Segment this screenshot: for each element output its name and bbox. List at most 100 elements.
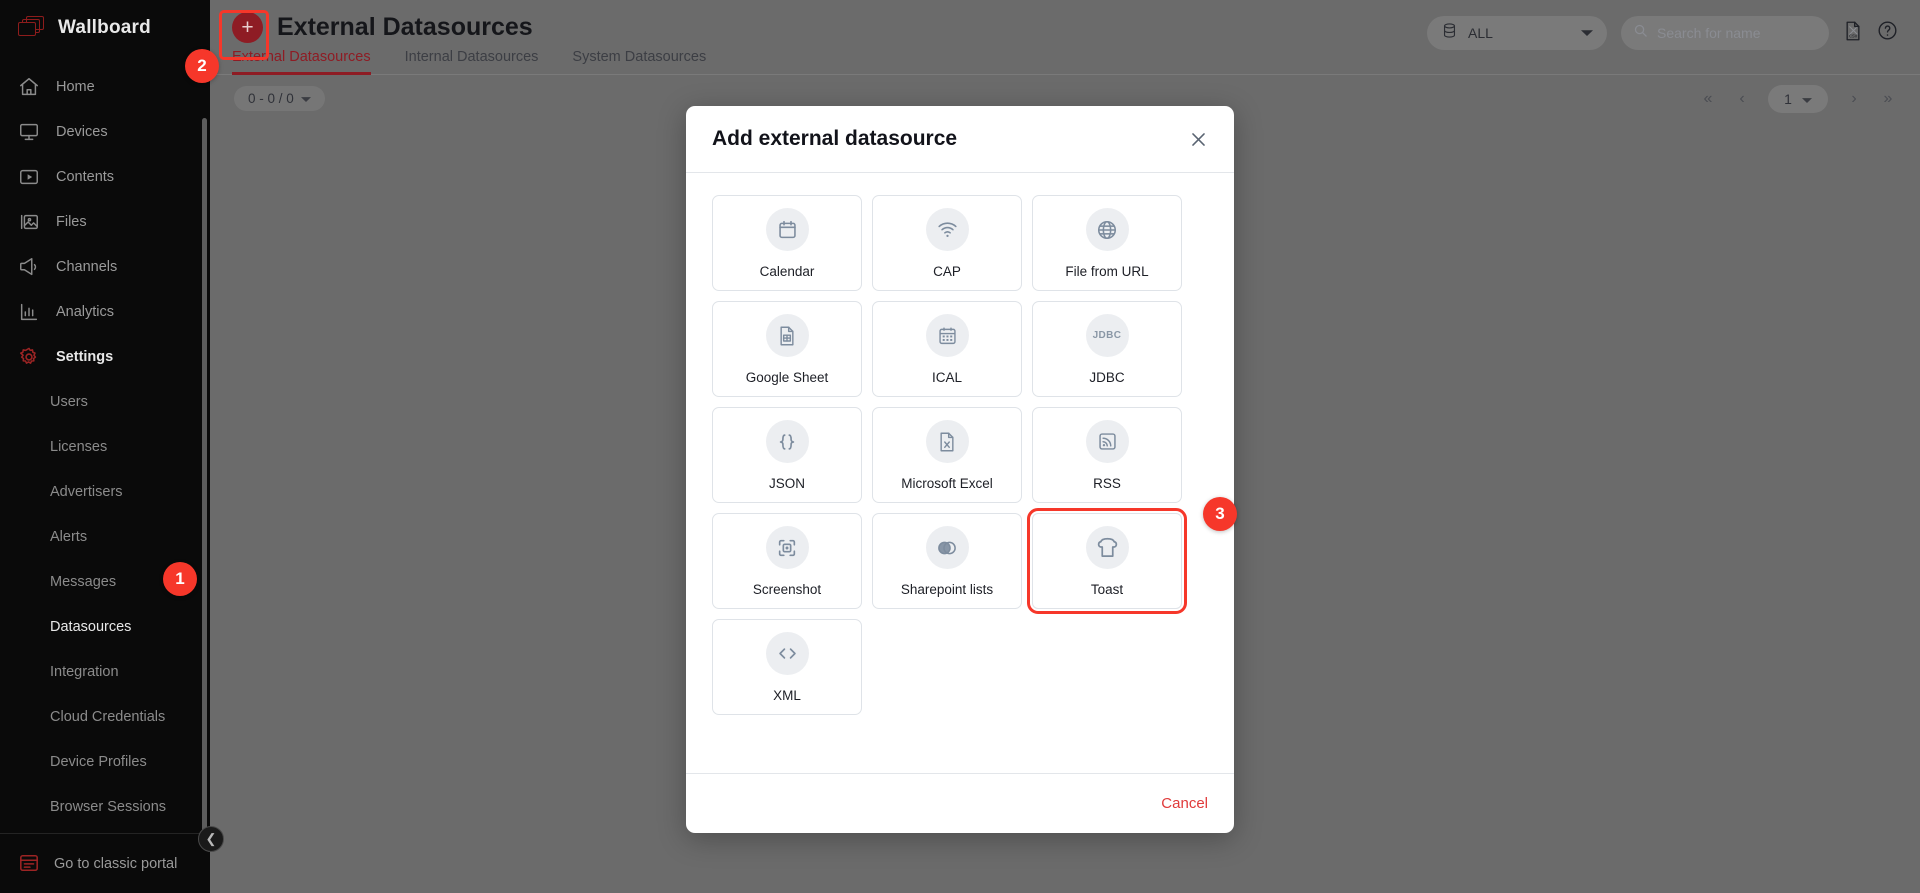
sidebar-item-label: Browser Sessions xyxy=(50,798,167,815)
chevron-left-icon: ❮ xyxy=(205,831,217,846)
datasource-tile-sharepoint-lists[interactable]: Sharepoint lists xyxy=(872,513,1022,609)
sidebar-item-channels[interactable]: Channels xyxy=(0,244,210,289)
tile-label: RSS xyxy=(1093,476,1121,491)
tile-label: CAP xyxy=(933,264,961,279)
code-angle-icon xyxy=(765,632,809,675)
sidebar-item-integration[interactable]: Integration xyxy=(0,649,210,694)
sidebar-scrollbar[interactable] xyxy=(202,118,207,833)
sidebar-item-device-profiles[interactable]: Device Profiles xyxy=(0,739,210,784)
datasource-tile-rss[interactable]: RSS xyxy=(1032,407,1182,503)
sidebar-item-label: Integration xyxy=(50,663,119,680)
datasource-tile-microsoft-excel[interactable]: Microsoft Excel xyxy=(872,407,1022,503)
tile-label: JSON xyxy=(768,476,805,491)
sidebar-item-licenses[interactable]: Licenses xyxy=(0,424,210,469)
sidebar-item-alerts[interactable]: Alerts xyxy=(0,514,210,559)
sidebar-item-settings[interactable]: Settings xyxy=(0,334,210,379)
app-root: Wallboard Home Devices Contents Files Ch… xyxy=(0,0,1920,893)
tile-label: Calendar xyxy=(759,264,815,279)
record-count-label: 0 - 0 / 0 xyxy=(248,91,294,106)
cancel-button[interactable]: Cancel xyxy=(1161,795,1208,812)
sidebar-item-devices[interactable]: Devices xyxy=(0,109,210,154)
sidebar-item-label: Cloud Credentials xyxy=(50,708,166,725)
tile-label: Google Sheet xyxy=(745,370,829,385)
datasource-tile-jdbc[interactable]: JDBC JDBC xyxy=(1032,301,1182,397)
tab-label: Internal Datasources xyxy=(404,49,539,65)
classic-portal-icon xyxy=(18,853,40,875)
sidebar-item-advertisers[interactable]: Advertisers xyxy=(0,469,210,514)
next-page-button[interactable]: › xyxy=(1838,84,1870,114)
calendar-icon xyxy=(765,208,809,251)
braces-icon xyxy=(765,420,809,463)
screenshot-frame-icon xyxy=(765,526,809,569)
search-input[interactable] xyxy=(1657,25,1838,41)
signal-wifi-icon xyxy=(925,208,969,251)
datasource-tile-ical[interactable]: ICAL xyxy=(872,301,1022,397)
wallboard-logo-icon xyxy=(16,16,46,40)
classic-portal-link[interactable]: Go to classic portal xyxy=(0,833,210,893)
sidebar: Wallboard Home Devices Contents Files Ch… xyxy=(0,0,210,893)
sidebar-item-home[interactable]: Home xyxy=(0,64,210,109)
search-box[interactable] xyxy=(1621,16,1858,50)
tab-internal-datasources[interactable]: Internal Datasources xyxy=(405,49,539,75)
sidebar-item-label: Devices xyxy=(56,123,108,140)
chevron-down-icon xyxy=(1581,24,1593,42)
record-count-chip[interactable]: 0 - 0 / 0 xyxy=(234,86,325,111)
sidebar-item-analytics[interactable]: Analytics xyxy=(0,289,210,334)
step-badge-3: 3 xyxy=(1203,497,1237,531)
sidebar-item-label: Channels xyxy=(56,258,118,275)
tile-label: Sharepoint lists xyxy=(900,582,994,597)
page-number-select[interactable]: 1 xyxy=(1768,85,1828,113)
datasource-tile-google-sheet[interactable]: Google Sheet xyxy=(712,301,862,397)
datasource-tile-toast[interactable]: Toast xyxy=(1027,508,1187,614)
home-icon xyxy=(18,76,40,98)
tab-system-datasources[interactable]: System Datasources xyxy=(572,49,706,75)
chevrons-right-icon: » xyxy=(1883,90,1893,107)
csv-file-icon[interactable]: csv xyxy=(1843,20,1863,47)
sidebar-item-browser-sessions[interactable]: Browser Sessions xyxy=(0,784,210,829)
datasource-tile-xml[interactable]: XML xyxy=(712,619,862,715)
datasource-tile-grid: Calendar CAP File from URL Google Sheet … xyxy=(686,173,1234,773)
chevrons-left-icon: « xyxy=(1703,90,1713,107)
sidebar-item-users[interactable]: Users xyxy=(0,379,210,424)
tile-label: JDBC xyxy=(1089,370,1125,385)
sidebar-item-datasources[interactable]: Datasources xyxy=(0,604,210,649)
dialog-header: Add external datasource xyxy=(686,106,1234,173)
datasource-tile-calendar[interactable]: Calendar xyxy=(712,195,862,291)
first-page-button[interactable]: « xyxy=(1692,84,1724,114)
tab-external-datasources[interactable]: External Datasources xyxy=(232,49,371,75)
database-icon xyxy=(1441,22,1458,44)
add-datasource-button[interactable]: + xyxy=(232,12,263,43)
datasource-tile-cap[interactable]: CAP xyxy=(872,195,1022,291)
sidebar-collapse-toggle[interactable]: ❮ xyxy=(198,826,224,852)
header-toolbar: ALL csv xyxy=(1427,16,1898,50)
dialog-title: Add external datasource xyxy=(712,127,958,150)
sidebar-item-label: Alerts xyxy=(50,528,88,545)
scope-select[interactable]: ALL xyxy=(1427,16,1607,50)
sidebar-item-cloud-credentials[interactable]: Cloud Credentials xyxy=(0,694,210,739)
last-page-button[interactable]: » xyxy=(1872,84,1904,114)
sidebar-item-label: Settings xyxy=(56,348,114,365)
classic-portal-label: Go to classic portal xyxy=(54,855,178,872)
svg-text:csv: csv xyxy=(1849,33,1857,39)
sheet-document-icon xyxy=(765,314,809,357)
dialog-footer: Cancel xyxy=(686,773,1234,833)
sidebar-item-label: Device Profiles xyxy=(50,753,147,770)
prev-page-button[interactable]: ‹ xyxy=(1726,84,1758,114)
monitor-icon xyxy=(18,121,40,143)
bar-chart-icon xyxy=(18,301,40,323)
chevron-left-icon: ‹ xyxy=(1739,90,1745,107)
close-icon[interactable] xyxy=(1184,125,1212,153)
step-badge-1: 1 xyxy=(163,562,197,596)
sidebar-item-label: Licenses xyxy=(50,438,108,455)
help-circle-icon[interactable] xyxy=(1877,20,1898,46)
megaphone-icon xyxy=(18,256,40,278)
sidebar-item-contents[interactable]: Contents xyxy=(0,154,210,199)
sidebar-item-files[interactable]: Files xyxy=(0,199,210,244)
datasource-tile-file-from-url[interactable]: File from URL xyxy=(1032,195,1182,291)
datasource-tile-json[interactable]: JSON xyxy=(712,407,862,503)
brand: Wallboard xyxy=(0,0,210,56)
bread-slice-icon xyxy=(1085,526,1129,569)
image-icon xyxy=(18,211,40,233)
tab-label: External Datasources xyxy=(232,49,371,65)
datasource-tile-screenshot[interactable]: Screenshot xyxy=(712,513,862,609)
